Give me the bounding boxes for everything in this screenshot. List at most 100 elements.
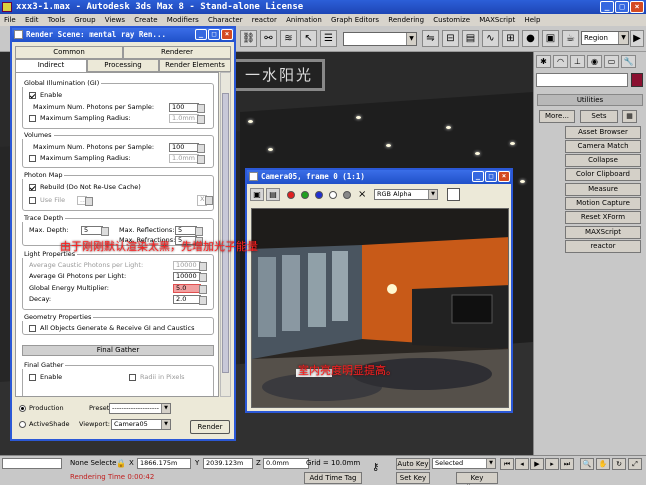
utilities-tab-icon[interactable]: 🔧 xyxy=(621,55,636,68)
avg-gi-spinner[interactable]: 10000 xyxy=(173,272,207,282)
maxscript-button[interactable]: MAXScript xyxy=(565,226,641,239)
gi-enable-row[interactable]: Enable xyxy=(29,91,62,100)
menu-views[interactable]: Views xyxy=(105,16,125,24)
auto-key-button[interactable]: Auto Key xyxy=(396,458,430,470)
asset-browser-button[interactable]: Asset Browser xyxy=(565,126,641,139)
minimize-button[interactable]: _ xyxy=(600,1,614,13)
rebuild-checkbox[interactable] xyxy=(29,183,36,191)
channel-select[interactable]: RGB Alpha ▼ xyxy=(374,189,438,200)
previous-frame-icon[interactable]: ◂ xyxy=(515,458,529,470)
fg-enable-checkbox[interactable] xyxy=(29,373,36,381)
key-filters-button[interactable]: Key Filters... xyxy=(456,472,498,485)
object-color-swatch[interactable] xyxy=(631,73,643,87)
align-icon[interactable]: ⊟ xyxy=(442,30,459,47)
hierarchy-tab-icon[interactable]: ⊥ xyxy=(570,55,585,68)
browse-file-button[interactable]: ... xyxy=(77,196,93,206)
quick-render-icon[interactable]: ☕ xyxy=(562,30,579,47)
render-scene-icon[interactable]: ▣ xyxy=(542,30,559,47)
render-panel-scrollbar[interactable] xyxy=(220,72,231,397)
tab-render-elements[interactable]: Render Elements xyxy=(159,59,231,72)
gi-max-radius-row[interactable]: Maximum Sampling Radius: xyxy=(29,114,131,123)
radii-in-pixels-checkbox[interactable] xyxy=(129,373,136,381)
curve-editor-icon[interactable]: ∿ xyxy=(482,30,499,47)
final-gather-rollout-header[interactable]: Final Gather xyxy=(22,345,214,356)
schematic-view-icon[interactable]: ⊞ xyxy=(502,30,519,47)
monochrome-icon[interactable] xyxy=(343,191,351,199)
tab-indirect-illumination[interactable]: Indirect Illumination xyxy=(15,59,87,80)
vol-max-radius-row[interactable]: Maximum Sampling Radius: xyxy=(29,154,131,163)
reactor-button[interactable]: reactor xyxy=(565,240,641,253)
close-button[interactable]: × xyxy=(630,1,644,13)
reset-xform-button[interactable]: Reset XForm xyxy=(565,211,641,224)
frame-window-title-bar[interactable]: Camera05, frame 0 (1:1) _ □ × xyxy=(247,170,511,184)
modify-tab-icon[interactable]: ◠ xyxy=(553,55,568,68)
preset-select[interactable]: -------------------- ▼ xyxy=(109,403,171,414)
material-editor-icon[interactable]: ● xyxy=(522,30,539,47)
clear-file-button[interactable]: X xyxy=(197,195,213,206)
maximize-viewport-icon[interactable]: ⤢ xyxy=(628,458,642,470)
activeshade-radio[interactable] xyxy=(19,420,26,428)
orbit-icon[interactable]: ↻ xyxy=(612,458,626,470)
viewport-select[interactable]: Camera05 ▼ xyxy=(111,419,171,430)
reference-coord-select[interactable]: ▼ xyxy=(343,32,417,46)
vol-max-radius-checkbox[interactable] xyxy=(29,154,36,162)
configure-sets-icon[interactable]: ▦ xyxy=(622,110,637,123)
avg-caustic-spinner[interactable]: 10000 xyxy=(173,261,207,271)
pixel-color-swatch[interactable] xyxy=(447,188,460,201)
vol-max-radius-spinner[interactable]: 1.0mm xyxy=(169,154,205,164)
go-to-start-icon[interactable]: ⏮ xyxy=(500,458,514,470)
all-objects-checkbox[interactable] xyxy=(29,324,36,332)
gi-max-photons-spinner[interactable]: 100 xyxy=(169,103,205,113)
save-bitmap-icon[interactable]: ▣ xyxy=(250,188,264,201)
vol-max-photons-spinner[interactable]: 100 xyxy=(169,143,205,153)
dialog-close-button[interactable]: × xyxy=(221,29,233,40)
select-object-icon[interactable]: ↖ xyxy=(300,30,317,47)
gi-max-radius-checkbox[interactable] xyxy=(29,114,36,122)
tab-renderer[interactable]: Renderer xyxy=(123,46,231,59)
collapse-button[interactable]: Collapse xyxy=(565,154,641,167)
clear-frame-icon[interactable]: × xyxy=(358,189,366,201)
production-row[interactable]: Production xyxy=(19,404,64,413)
activeshade-row[interactable]: ActiveShade xyxy=(19,420,69,429)
menu-animation[interactable]: Animation xyxy=(286,16,322,24)
blue-channel-icon[interactable] xyxy=(315,191,323,199)
add-time-tag-button[interactable]: Add Time Tag xyxy=(304,472,362,484)
menu-create[interactable]: Create xyxy=(134,16,157,24)
display-tab-icon[interactable]: ▭ xyxy=(604,55,619,68)
all-objects-row[interactable]: All Objects Generate & Receive GI and Ca… xyxy=(29,324,194,333)
menu-modifiers[interactable]: Modifiers xyxy=(167,16,199,24)
use-file-checkbox[interactable] xyxy=(29,196,36,204)
menu-reactor[interactable]: reactor xyxy=(252,16,277,24)
fg-enable-row[interactable]: Enable xyxy=(29,373,62,382)
select-by-name-icon[interactable]: ☰ xyxy=(320,30,337,47)
next-frame-icon[interactable]: ▸ xyxy=(545,458,559,470)
zoom-icon[interactable]: 🔍 xyxy=(580,458,594,470)
max-reflections-spinner[interactable]: 5 xyxy=(175,226,203,236)
tab-common[interactable]: Common xyxy=(15,46,123,59)
motion-tab-icon[interactable]: ◉ xyxy=(587,55,602,68)
motion-capture-button[interactable]: Motion Capture xyxy=(565,197,641,210)
maximize-button[interactable]: □ xyxy=(615,1,629,13)
menu-edit[interactable]: Edit xyxy=(25,16,39,24)
mirror-icon[interactable]: ⇋ xyxy=(422,30,439,47)
render-scene-title-bar[interactable]: Render Scene: mental ray Ren... _ □ × xyxy=(12,28,234,42)
render-type-select[interactable]: Region ▼ xyxy=(581,31,629,45)
menu-character[interactable]: Character xyxy=(208,16,243,24)
go-to-end-icon[interactable]: ⏭ xyxy=(560,458,574,470)
set-key-button[interactable]: Set Key xyxy=(396,472,430,484)
measure-button[interactable]: Measure xyxy=(565,183,641,196)
select-link-icon[interactable]: ⛓ xyxy=(240,30,257,47)
menu-graph-editors[interactable]: Graph Editors xyxy=(331,16,379,24)
rebuild-row[interactable]: Rebuild (Do Not Re-Use Cache) xyxy=(29,183,141,192)
render-last-icon[interactable]: ▶ xyxy=(630,30,644,47)
menu-file[interactable]: File xyxy=(4,16,16,24)
max-depth-spinner[interactable]: 5 xyxy=(81,226,109,236)
frame-close-button[interactable]: × xyxy=(498,171,510,182)
pan-icon[interactable]: ✋ xyxy=(596,458,610,470)
clone-window-icon[interactable]: ▤ xyxy=(266,188,280,201)
decay-spinner[interactable]: 2.0 xyxy=(173,295,207,305)
menu-group[interactable]: Group xyxy=(74,16,95,24)
dialog-maximize-button[interactable]: □ xyxy=(208,29,220,40)
dialog-minimize-button[interactable]: _ xyxy=(195,29,207,40)
menu-tools[interactable]: Tools xyxy=(48,16,65,24)
